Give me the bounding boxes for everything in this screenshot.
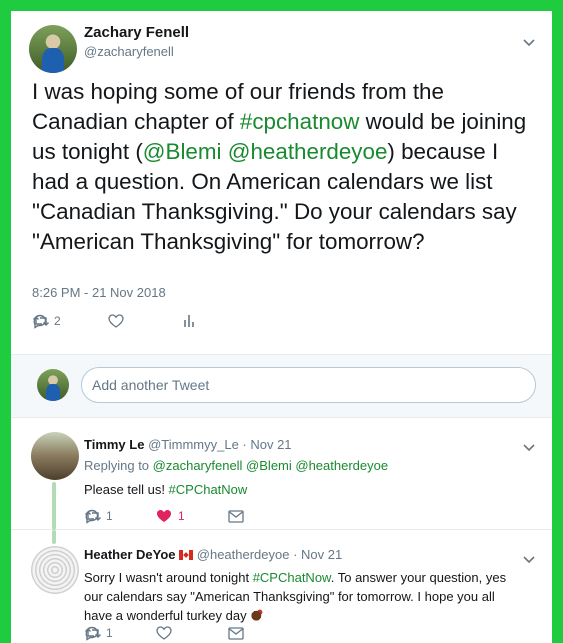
message-button[interactable] [228,509,244,523]
hashtag-link[interactable]: #CPChatNow [169,482,248,497]
reply-tweet[interactable]: Heather DeYoe @heatherdeyoe · Nov 21 Sor… [11,530,552,643]
reply-count: 2 [54,314,61,328]
reply-button[interactable]: 1 [84,508,156,524]
heart-icon [156,626,172,640]
tweet-actions: 2 [32,313,196,329]
envelope-icon [228,509,244,523]
like-button[interactable]: 1 [156,509,228,523]
reply-icon [84,625,100,641]
mention-link[interactable]: @Blemi [143,139,222,164]
reply-button[interactable]: 1 [84,625,156,641]
tweet-card: Zachary Fenell @zacharyfenell I was hopi… [11,11,552,643]
bar-chart-icon [182,314,196,328]
reply-actions: 1 [84,625,244,641]
hashtag-link[interactable]: #cpchatnow [240,109,360,134]
envelope-icon [228,626,244,640]
tweet-timestamp[interactable]: 8:26 PM - 21 Nov 2018 [32,285,166,300]
chevron-down-icon[interactable] [523,440,535,455]
like-button[interactable] [156,626,228,640]
replying-to: Replying to @zacharyfenell @Blemi @heath… [84,458,389,473]
tweet-text: I was hoping some of our friends from th… [32,79,527,254]
reply-icon [84,508,100,524]
reply-text: Please tell us! #CPChatNow [84,482,248,497]
analytics-button[interactable] [182,314,196,328]
heart-filled-icon [156,509,172,523]
reply-actions: 1 1 [84,508,244,524]
reply-author[interactable]: Timmy Le @Timmmyy_Le · Nov 21 [84,437,292,452]
author-avatar[interactable] [29,25,77,73]
user-avatar [37,369,69,401]
reply-author[interactable]: Heather DeYoe @heatherdeyoe · Nov 21 [84,547,342,562]
chevron-down-icon[interactable] [523,552,535,567]
mention-link[interactable]: @heatherdeyoe [228,139,388,164]
like-button[interactable] [108,314,182,328]
mention-links[interactable]: @zacharyfenell @Blemi @heatherdeyoe [153,458,388,473]
message-button[interactable] [228,626,244,640]
canada-flag-icon [179,550,194,560]
reply-button[interactable]: 2 [32,313,104,329]
reply-icon [32,313,48,329]
reply-count: 1 [106,509,113,523]
reply-avatar[interactable] [31,432,79,480]
reply-composer: Add another Tweet [11,354,552,418]
thread-line [52,482,56,530]
heart-icon [108,314,124,328]
author-name[interactable]: Zachary Fenell [84,24,189,41]
thread-line [52,530,56,544]
like-count: 1 [178,509,185,523]
turkey-emoji-icon [250,608,265,622]
main-tweet: Zachary Fenell @zacharyfenell I was hopi… [11,11,552,354]
reply-count: 1 [106,626,113,640]
chevron-down-icon[interactable] [523,35,535,50]
add-tweet-input[interactable]: Add another Tweet [81,367,536,403]
hashtag-link[interactable]: #CPChatNow [253,570,331,585]
author-handle[interactable]: @zacharyfenell [84,44,174,59]
reply-avatar[interactable] [31,546,79,594]
reply-tweet[interactable]: Timmy Le @Timmmyy_Le · Nov 21 Replying t… [11,418,552,530]
reply-text: Sorry I wasn't around tonight #CPChatNow… [84,570,507,623]
